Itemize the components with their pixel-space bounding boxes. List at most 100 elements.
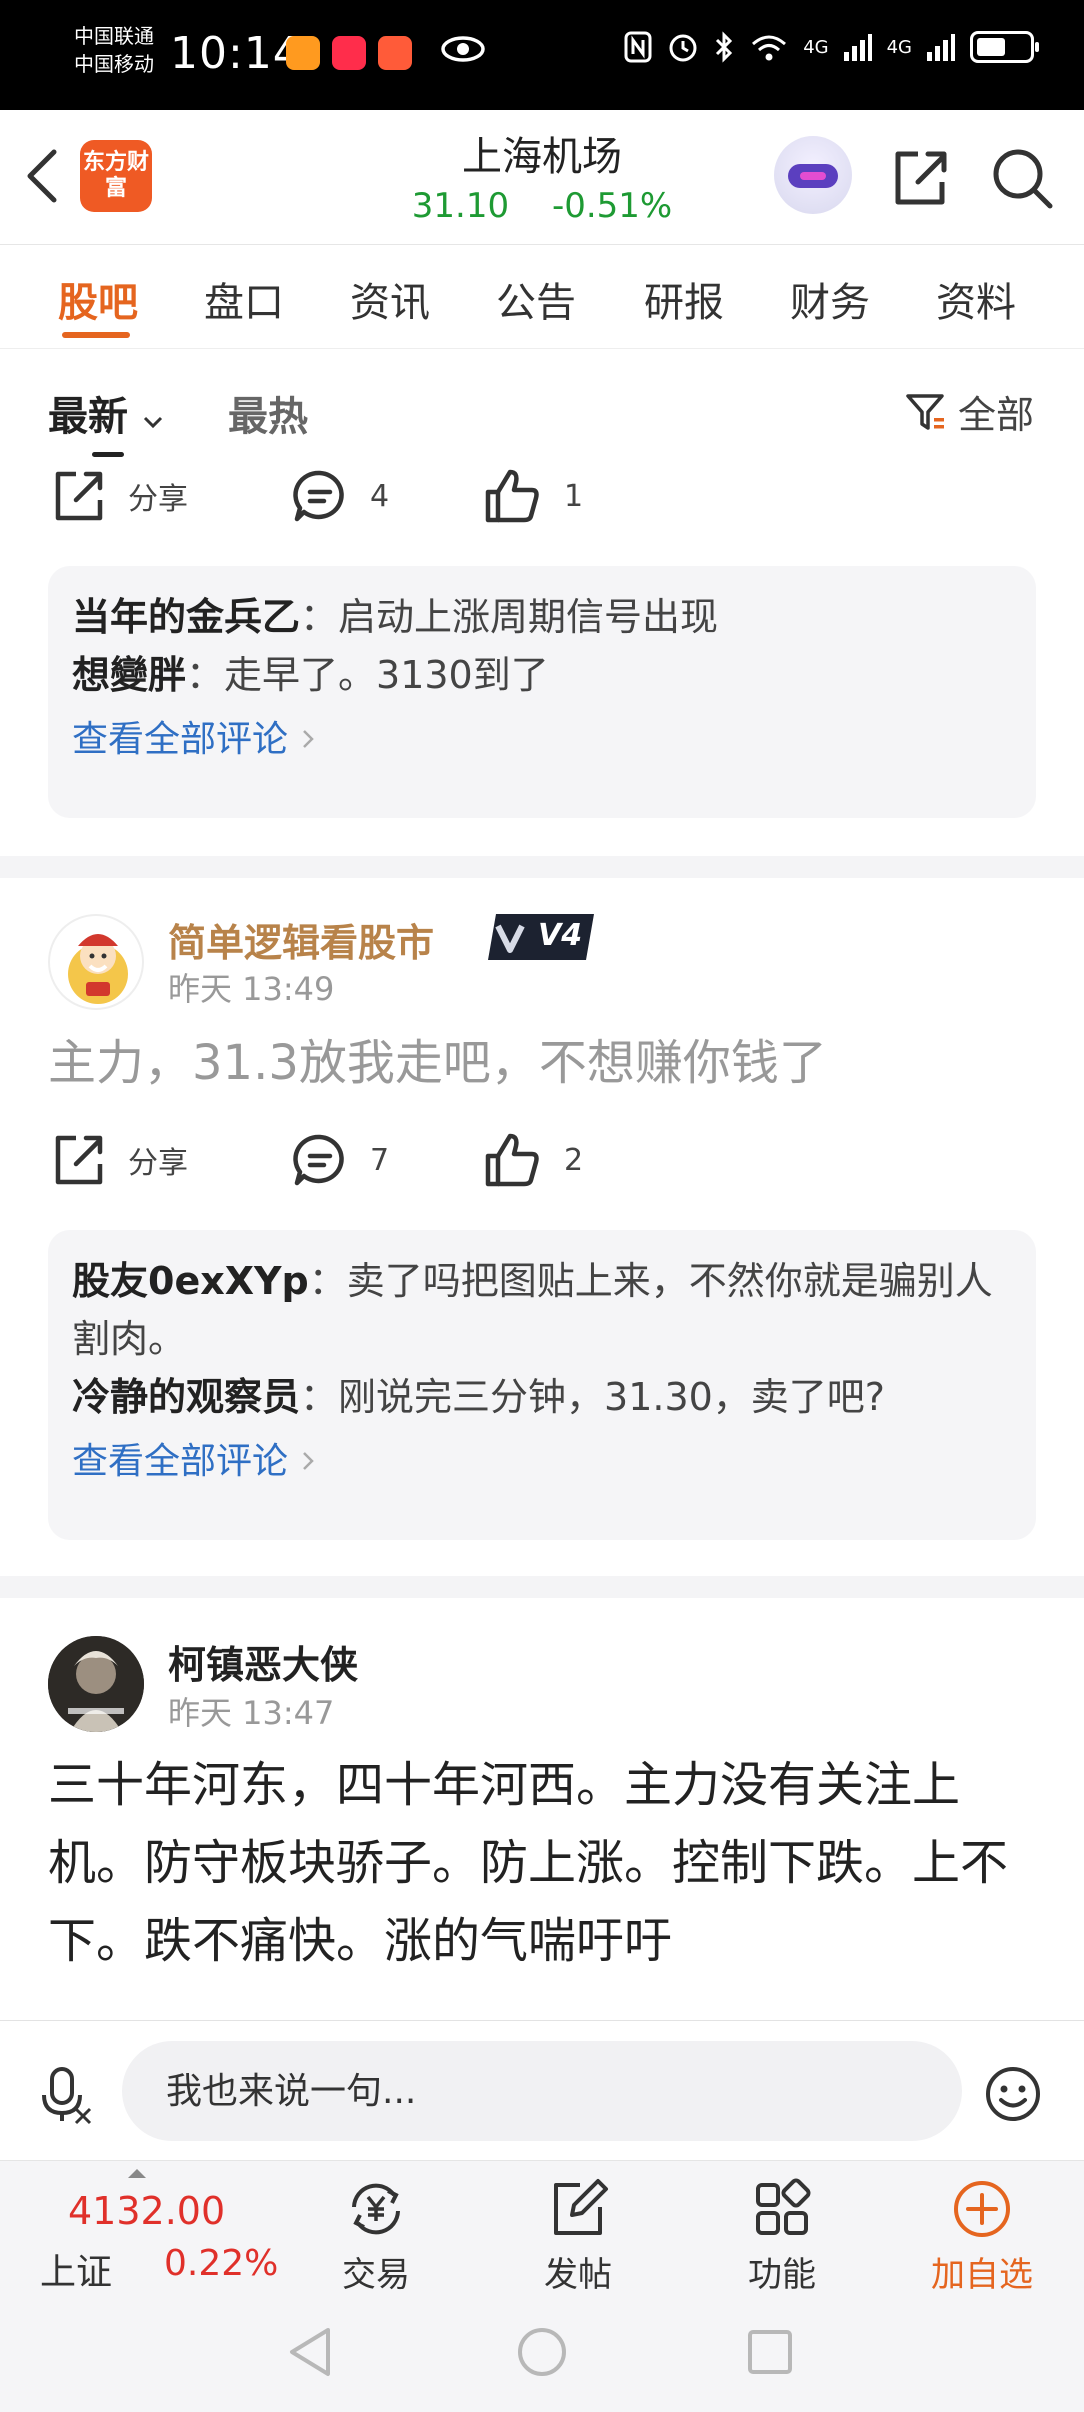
like-action[interactable]: 1 — [484, 468, 583, 524]
comment-user[interactable]: 股友0exXYp — [72, 1259, 309, 1303]
sort-latest[interactable]: 最新 — [48, 384, 164, 442]
plus-circle-icon — [954, 2181, 1010, 2237]
smiley-icon — [986, 2067, 1040, 2121]
bottom-nav: 4132.00 上证 0.22% 交易 发帖 功能 加自选 — [0, 2160, 1084, 2297]
comment-action[interactable]: 7 — [292, 1132, 389, 1188]
comment-input[interactable] — [122, 2041, 962, 2141]
edit-icon — [554, 2179, 608, 2235]
caret-up-icon — [128, 2169, 146, 2178]
network-4g-label-2: 4G — [886, 36, 912, 58]
stock-price: 31.10 — [411, 186, 510, 226]
comment-item[interactable]: 当年的金兵乙：启动上涨周期信号出现 — [72, 588, 1012, 646]
post-time: 昨天 13:47 — [168, 1694, 335, 1732]
wifi-icon — [752, 35, 787, 61]
nav-post-label: 发帖 — [544, 2255, 612, 2295]
emoji-button[interactable] — [984, 2065, 1042, 2127]
signal-icon-2 — [927, 34, 955, 61]
search-button[interactable] — [990, 146, 1056, 216]
like-count: 2 — [564, 1142, 584, 1178]
comment-preview: 当年的金兵乙：启动上涨周期信号出现 想變胖：走早了。3130到了 查看全部评论 — [48, 566, 1036, 818]
comment-input-bar — [0, 2020, 1084, 2161]
post-author[interactable]: 简单逻辑看股市 — [168, 912, 434, 967]
comment-preview: 股友0exXYp：卖了吗把图贴上来，不然你就是骗别人割肉。 冷静的观察员：刚说完… — [48, 1230, 1036, 1540]
tab-finance[interactable]: 财务 — [790, 270, 870, 328]
system-status-icons: 4G 4G — [623, 30, 1039, 64]
comment-user[interactable]: 冷静的观察员 — [72, 1375, 300, 1419]
sort-hot[interactable]: 最热 — [228, 384, 308, 442]
share-label: 分享 — [128, 1146, 188, 1181]
chevron-right-icon — [303, 730, 315, 748]
filter-icon — [906, 393, 944, 430]
comment-item[interactable]: 冷静的观察员：刚说完三分钟，31.30，卖了吧? — [72, 1368, 1012, 1426]
status-bar: 中国联通 中国移动 10:14 4G 4G — [0, 0, 1084, 110]
nfc-icon — [624, 31, 652, 63]
nav-trade-label: 交易 — [342, 2255, 410, 2295]
ai-assistant-icon[interactable] — [774, 136, 852, 214]
like-action[interactable]: 2 — [484, 1132, 583, 1188]
share-icon — [55, 471, 103, 521]
view-all-label: 查看全部评论 — [72, 719, 289, 760]
comment-user[interactable]: 想變胖 — [72, 653, 186, 697]
nav-functions[interactable]: 功能 — [712, 2167, 852, 2296]
carrier-info: 中国联通 中国移动 — [74, 22, 154, 78]
tab-profile[interactable]: 资料 — [936, 270, 1016, 328]
thumbs-up-icon — [485, 1133, 539, 1187]
system-home-button[interactable] — [516, 2326, 568, 2382]
nav-trade[interactable]: 交易 — [306, 2167, 446, 2296]
system-recents-button[interactable] — [746, 2328, 794, 2380]
filter-all[interactable]: 全部 — [904, 384, 1034, 439]
tab-pankou[interactable]: 盘口 — [204, 270, 284, 328]
chevron-right-icon — [303, 1452, 315, 1470]
nav-post[interactable]: 发帖 — [508, 2167, 648, 2296]
post-actions: 分享 4 1 — [0, 468, 1084, 528]
circle-home-icon — [518, 2328, 566, 2376]
nav-add-watchlist[interactable]: 加自选 — [912, 2167, 1052, 2296]
system-navigation-bar — [0, 2296, 1084, 2412]
apps-grid-icon — [756, 2178, 811, 2235]
level-badge: V4 — [482, 912, 600, 962]
battery-icon — [970, 31, 1039, 63]
tab-research[interactable]: 研报 — [644, 270, 724, 328]
avatar[interactable] — [48, 914, 144, 1010]
voice-input-button[interactable] — [38, 2065, 94, 2129]
active-tab-indicator — [62, 332, 130, 338]
system-back-button[interactable] — [286, 2326, 334, 2382]
signal-icon — [843, 34, 872, 61]
comment-text: ：启动上涨周期信号出现 — [300, 595, 719, 639]
share-button[interactable] — [888, 146, 952, 214]
share-icon — [55, 1135, 103, 1185]
index-name[interactable]: 上证 — [40, 2243, 112, 2295]
avatar[interactable] — [48, 1636, 144, 1732]
tab-news[interactable]: 资讯 — [350, 270, 430, 328]
tab-announcements[interactable]: 公告 — [496, 270, 576, 328]
like-count: 1 — [564, 478, 584, 514]
post-actions: 分享 7 2 — [0, 1132, 1084, 1192]
app-notification-icon — [378, 36, 412, 70]
post-body[interactable]: 主力，31.3放我走吧，不想赚你钱了 — [48, 1024, 1038, 1102]
view-all-comments-link[interactable]: 查看全部评论 — [72, 1432, 1012, 1492]
index-change[interactable]: 0.22% — [164, 2243, 278, 2284]
comment-item[interactable]: 想變胖：走早了。3130到了 — [72, 646, 1012, 704]
share-action[interactable]: 分享 — [50, 1132, 188, 1188]
share-action[interactable]: 分享 — [50, 468, 188, 524]
share-icon — [895, 151, 947, 205]
comment-action[interactable]: 4 — [292, 468, 389, 524]
post-separator — [0, 856, 1084, 878]
triangle-back-icon — [290, 2328, 330, 2376]
view-all-comments-link[interactable]: 查看全部评论 — [72, 710, 1012, 770]
post-separator — [0, 1576, 1084, 1598]
post-body[interactable]: 三十年河东，四十年河西。主力没有关注上机。防守板块骄子。防上涨。控制下跌。上不下… — [48, 1746, 1038, 1976]
comment-item[interactable]: 股友0exXYp：卖了吗把图贴上来，不然你就是骗别人割肉。 — [72, 1252, 1012, 1368]
comment-user[interactable]: 当年的金兵乙 — [72, 595, 300, 639]
comment-count: 4 — [370, 478, 390, 514]
post-author[interactable]: 柯镇恶大侠 — [168, 1634, 358, 1689]
comment-icon — [293, 470, 344, 522]
index-value[interactable]: 4132.00 — [68, 2189, 225, 2233]
avatar-image — [48, 1636, 144, 1732]
tab-guba[interactable]: 股吧 — [58, 270, 138, 328]
post-time: 昨天 13:49 — [168, 970, 335, 1008]
chevron-down-icon — [143, 416, 162, 429]
tab-bar: 股吧 盘口 资讯 公告 研报 财务 资料 — [0, 244, 1084, 349]
view-all-label: 查看全部评论 — [72, 1441, 289, 1482]
thumbs-up-icon — [485, 469, 539, 523]
